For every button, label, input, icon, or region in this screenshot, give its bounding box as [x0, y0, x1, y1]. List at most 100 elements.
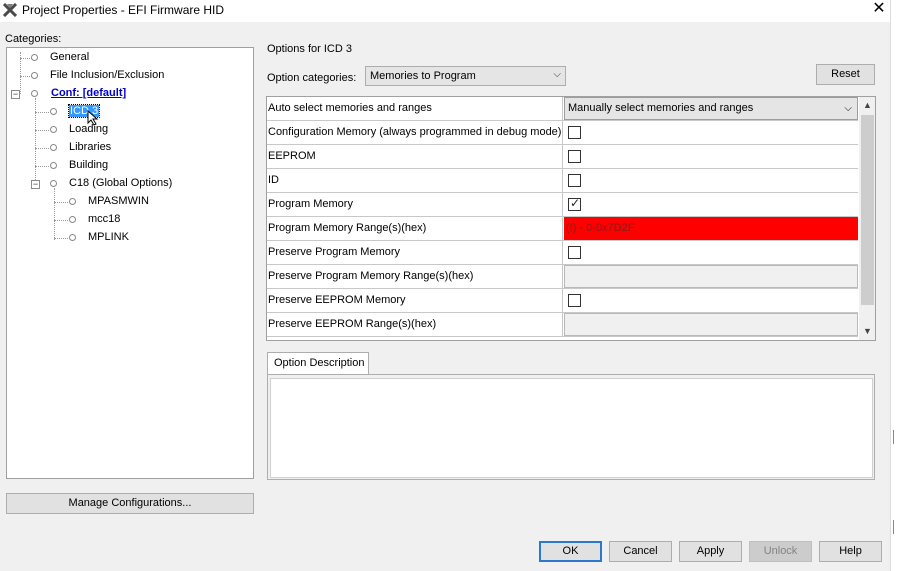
option-checkbox[interactable]: ✓	[568, 196, 581, 211]
disabled-range-field	[564, 265, 858, 288]
ok-button[interactable]: OK	[539, 541, 602, 562]
tree-item-label: MPLINK	[88, 231, 129, 243]
reset-button[interactable]: Reset	[816, 64, 875, 85]
tree-item-label: C18 (Global Options)	[69, 177, 173, 189]
auto-select-dropdown[interactable]: Manually select memories and ranges ⌵	[564, 97, 858, 120]
option-value-cell[interactable]: ✓	[564, 193, 858, 216]
option-value-cell[interactable]	[564, 169, 858, 192]
apply-button[interactable]: Apply	[679, 541, 742, 562]
checkmark-icon: ✓	[570, 196, 581, 210]
tree-item-label: Conf: [default]	[51, 87, 127, 99]
tree-item-mplink[interactable]: MPLINK	[7, 230, 247, 246]
option-checkbox[interactable]	[568, 294, 581, 307]
tree-item-loading[interactable]: Loading	[7, 122, 247, 138]
tree-item-label: MPASMWIN	[88, 195, 149, 207]
collapse-icon[interactable]: −	[31, 180, 40, 189]
disabled-range-field	[564, 313, 858, 336]
option-value-cell[interactable]	[564, 289, 858, 312]
collapse-icon[interactable]: −	[11, 90, 20, 99]
chevron-down-icon: ⌵	[844, 103, 852, 114]
option-name: Auto select memories and ranges	[267, 97, 563, 120]
options-grid: Auto select memories and ranges Manually …	[266, 96, 876, 341]
program-memory-range-field[interactable]: (!) - 0-0x7D2F	[564, 217, 858, 240]
option-row: Preserve EEPROM Range(s)(hex)	[267, 313, 858, 337]
option-categories-value: Memories to Program	[370, 70, 476, 82]
scroll-thumb[interactable]	[861, 115, 874, 305]
tree-item-label: Loading	[69, 123, 109, 135]
edge-mark	[893, 430, 894, 444]
node-icon	[50, 144, 57, 151]
option-row: Preserve Program Memory Range(s)(hex)	[267, 265, 858, 289]
edge-mark	[893, 520, 894, 534]
node-icon	[31, 72, 38, 79]
manage-configurations-button[interactable]: Manage Configurations...	[6, 493, 254, 514]
option-value-cell[interactable]	[564, 121, 858, 144]
scroll-down-icon[interactable]: ▼	[859, 323, 875, 340]
title-bar: Project Properties - EFI Firmware HID ✕	[0, 0, 890, 22]
option-value-cell[interactable]	[564, 241, 858, 264]
grid-scrollbar[interactable]: ▲ ▼	[859, 97, 875, 340]
option-name: Preserve EEPROM Memory	[267, 289, 563, 312]
tree-item-label: General	[50, 51, 90, 63]
option-checkbox[interactable]	[568, 126, 581, 139]
option-name: Program Memory	[267, 193, 563, 216]
tree-item-c18[interactable]: − C18 (Global Options)	[7, 176, 247, 192]
option-name: Preserve Program Memory	[267, 241, 563, 264]
tree-item-conf[interactable]: − Conf: [default]	[7, 86, 247, 102]
tab-option-description[interactable]: Option Description	[267, 352, 369, 375]
option-checkbox[interactable]	[568, 150, 581, 163]
close-icon[interactable]: ✕	[870, 1, 888, 17]
node-icon	[31, 90, 38, 97]
tree-item-mcc18[interactable]: mcc18	[7, 212, 247, 228]
node-icon	[50, 108, 57, 115]
tree-item-label: mcc18	[88, 213, 121, 225]
help-button[interactable]: Help	[819, 541, 882, 562]
option-name: ID	[267, 169, 563, 192]
option-row: Preserve Program Memory	[267, 241, 858, 265]
option-name: Program Memory Range(s)(hex)	[267, 217, 563, 240]
node-icon	[69, 234, 76, 241]
tree-item-building[interactable]: Building	[7, 158, 247, 174]
option-value: Manually select memories and ranges	[568, 102, 754, 114]
option-row: EEPROM	[267, 145, 858, 169]
option-row: Program Memory Range(s)(hex) (!) - 0-0x7D…	[267, 217, 858, 241]
option-checkbox[interactable]	[568, 174, 581, 187]
options-heading: Options for ICD 3	[267, 43, 352, 55]
tree-item-file-inclusion[interactable]: File Inclusion/Exclusion	[7, 68, 247, 84]
option-categories-label: Option categories:	[267, 72, 357, 84]
tree-item-libraries[interactable]: Libraries	[7, 140, 247, 156]
option-value-cell[interactable]	[564, 145, 858, 168]
node-icon	[31, 54, 38, 61]
unlock-button: Unlock	[749, 541, 812, 562]
categories-label: Categories:	[5, 33, 62, 45]
option-categories-select[interactable]: Memories to Program ⌵	[365, 66, 566, 86]
option-name: Preserve EEPROM Range(s)(hex)	[267, 313, 563, 336]
cancel-button[interactable]: Cancel	[609, 541, 672, 562]
node-icon	[50, 180, 57, 187]
tree-item-label: Building	[69, 159, 109, 171]
node-icon	[69, 198, 76, 205]
node-icon	[50, 162, 57, 169]
categories-tree: General File Inclusion/Exclusion − Conf:…	[6, 47, 254, 479]
tree-item-label: Libraries	[69, 141, 112, 153]
option-name: Configuration Memory (always programmed …	[267, 121, 563, 144]
option-row: Preserve EEPROM Memory	[267, 289, 858, 313]
window-title: Project Properties - EFI Firmware HID	[22, 3, 225, 17]
option-description-panel	[267, 374, 875, 480]
node-icon	[50, 126, 57, 133]
tree-item-general[interactable]: General	[7, 50, 247, 66]
option-row: Configuration Memory (always programmed …	[267, 121, 858, 145]
node-icon	[69, 216, 76, 223]
background-window-edge	[890, 0, 898, 571]
chevron-down-icon: ⌵	[553, 69, 561, 80]
app-icon	[3, 3, 17, 17]
tree-item-icd3[interactable]: ICD 3	[7, 104, 247, 126]
option-description-text	[270, 378, 873, 478]
tree-item-mpasmwin[interactable]: MPASMWIN	[7, 194, 247, 210]
option-row: Program Memory ✓	[267, 193, 858, 217]
option-checkbox[interactable]	[568, 246, 581, 259]
option-name: Preserve Program Memory Range(s)(hex)	[267, 265, 563, 288]
option-row: Auto select memories and ranges Manually …	[267, 97, 858, 121]
tree-item-label: File Inclusion/Exclusion	[50, 69, 165, 81]
scroll-up-icon[interactable]: ▲	[859, 97, 875, 114]
